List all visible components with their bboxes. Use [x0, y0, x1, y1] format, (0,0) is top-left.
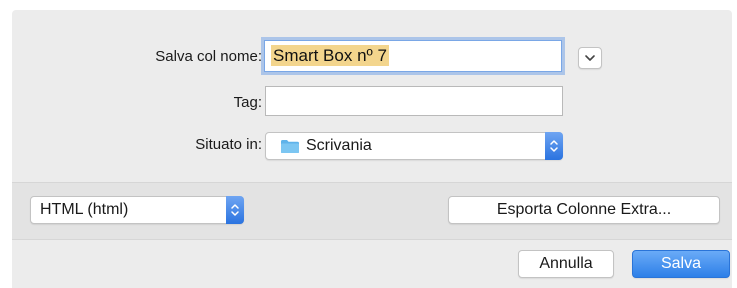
cancel-button[interactable]: Annulla [518, 250, 614, 278]
accessory-panel: HTML (html) Esporta Colonne Extra... [12, 182, 732, 240]
folder-icon [280, 139, 300, 154]
export-extra-columns-button[interactable]: Esporta Colonne Extra... [448, 196, 720, 224]
save-dialog: Salva col nome: Smart Box nº 7 Tag: Situ… [12, 10, 732, 288]
location-popup[interactable]: Scrivania [265, 132, 563, 160]
save-as-field-text: Smart Box nº 7 [271, 45, 389, 66]
format-popup-value: HTML (html) [40, 201, 129, 218]
location-popup-value: Scrivania [306, 137, 372, 154]
save-button[interactable]: Salva [632, 250, 730, 278]
tags-label: Tag: [233, 94, 262, 111]
expand-dialog-button[interactable] [578, 47, 602, 69]
up-down-arrows-icon [550, 140, 558, 152]
location-stepper [545, 132, 563, 160]
chevron-down-icon [585, 55, 595, 61]
location-label: Situato in: [195, 136, 262, 153]
format-popup[interactable]: HTML (html) [30, 196, 244, 224]
format-stepper [226, 196, 244, 224]
tags-field[interactable] [265, 86, 563, 116]
save-as-label: Salva col nome: [155, 48, 262, 65]
up-down-arrows-icon [231, 204, 239, 216]
save-as-field[interactable]: Smart Box nº 7 [264, 40, 562, 72]
